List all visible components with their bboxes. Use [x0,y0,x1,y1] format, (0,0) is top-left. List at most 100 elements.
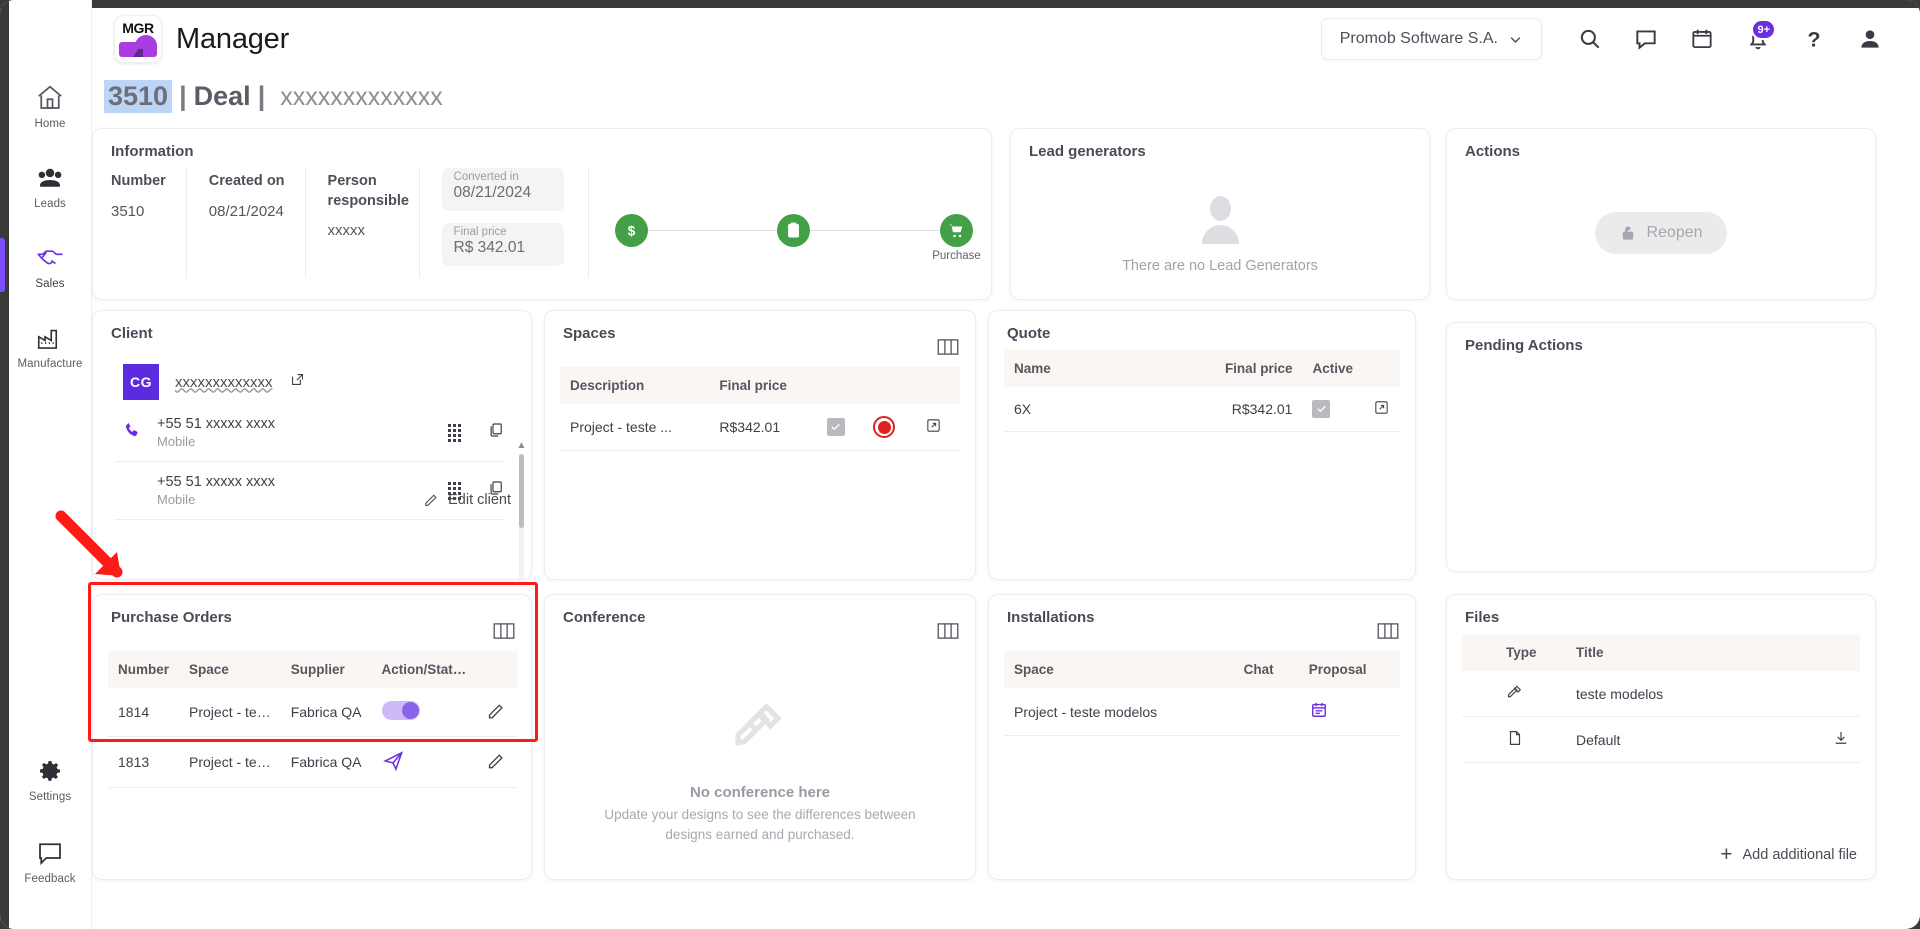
calendar-icon [1692,29,1712,49]
space-checkbox-cell [816,404,864,451]
quote-open-cell [1363,387,1400,432]
help-button[interactable]: ? [1788,13,1840,65]
calendar-purple-icon[interactable] [1309,702,1329,723]
add-additional-file-button[interactable]: + Add additional file [1720,844,1857,865]
spaces-table: Description Final price Project - teste … [560,367,960,451]
sidebar-item-leads[interactable]: Leads [9,152,91,220]
factory-icon [35,323,65,353]
lead-generators-title: Lead generators [1029,143,1146,160]
conference-empty-title: No conference here [689,784,831,802]
client-name-link[interactable]: xxxxxxxxxxxxx [175,374,273,391]
po-action-cell [371,736,477,788]
installation-chat-cell [1233,688,1299,736]
client-phone-type: Mobile [157,492,196,507]
external-link-icon[interactable] [925,419,942,437]
step-connector [647,229,778,231]
organization-selector[interactable]: Promob Software S.A. [1320,18,1542,60]
table-row[interactable]: 1814 Project - te… Fabrica QA [108,688,518,737]
open-client-icon[interactable] [289,371,306,393]
app-title: Manager [176,22,290,55]
send-plane-icon[interactable] [382,751,405,775]
table-row[interactable]: Project - teste modelos [1004,688,1400,736]
dialpad-icon[interactable] [448,423,461,442]
globe-red-icon[interactable] [873,416,896,438]
final-price-field[interactable]: Final price R$ 342.01 [441,223,564,266]
columns-settings-icon[interactable] [1377,609,1399,643]
deal-stepper: $ Purchase [614,168,981,278]
people-icon [35,163,65,193]
conference-card: Conference No conference here Update you… [544,594,976,880]
step-payment[interactable]: $ [614,213,648,247]
po-supplier: Fabrica QA [280,736,372,788]
sidebar-item-sales[interactable]: Sales [0,232,91,300]
download-icon[interactable] [1832,732,1850,750]
column-header: Type [1496,634,1566,671]
sidebar-item-feedback[interactable]: Feedback [9,827,91,895]
table-header-row: Description Final price [560,367,960,404]
quote-table: Name Final price Active 6X R$342.01 [1004,350,1400,432]
app-window: Home Leads Sales Manufacture Settings Fe… [0,0,1920,929]
client-card-title: Client [111,325,153,342]
window-top-strip [0,0,1920,8]
conference-card-title: Conference [563,609,646,626]
sidebar-item-label: Home [34,117,66,130]
scroll-thumb[interactable] [519,454,524,528]
conference-card-header: Conference [545,595,975,651]
scroll-up-icon[interactable]: ▲ [517,441,527,451]
notifications-button[interactable]: 9+ [1732,13,1784,65]
columns-settings-icon[interactable] [937,325,959,359]
pencil-icon[interactable] [486,754,507,774]
files-table: Type Title teste modelos Default [1462,634,1860,763]
table-row[interactable]: teste modelos [1462,671,1860,717]
dashboard-canvas: Information Number 3510 Created on 08/21… [92,128,1920,929]
checkbox-checked-icon[interactable] [1312,399,1331,418]
svg-text:$: $ [627,223,635,238]
po-edit-cell [476,688,518,737]
step-proposal[interactable] [777,213,811,247]
file-spacer-cell [1462,716,1496,763]
table-row[interactable]: 1813 Project - te… Fabrica QA [108,736,518,788]
information-grid: Number 3510 Created on 08/21/2024 Person… [93,168,991,278]
external-link-icon[interactable] [1373,401,1390,419]
column-header: Description [560,367,710,404]
checkbox-checked-icon[interactable] [826,417,845,436]
add-additional-file-label: Add additional file [1742,846,1857,863]
columns-settings-icon[interactable] [937,609,959,643]
step-purchase[interactable]: Purchase [932,213,981,262]
po-edit-cell [476,736,518,788]
pencil-icon[interactable] [486,704,507,724]
sidebar-item-home[interactable]: Home [9,72,91,140]
edit-client-label: Edit client [448,491,511,508]
table-row[interactable]: 6X R$342.01 [1004,387,1400,432]
column-header: Action/Stat… [371,651,477,688]
chat-button[interactable] [1620,13,1672,65]
phone-icon [123,420,143,445]
account-button[interactable] [1844,13,1896,65]
edit-client-button[interactable]: Edit client [423,491,511,508]
po-action-cell [371,688,477,737]
sidebar-item-label: Leads [34,197,66,210]
reopen-button[interactable]: Reopen [1595,212,1727,254]
information-card-title: Information [111,143,194,160]
space-open-cell [914,404,960,451]
table-row[interactable]: Project - teste ... R$342.01 [560,404,960,451]
brand: MGR Manager [92,15,289,63]
po-space: Project - te… [179,736,281,788]
svg-text:?: ? [1807,27,1820,52]
toggle-on-icon[interactable] [381,701,420,720]
client-scrollbar[interactable]: ▲ ▼ [517,441,527,579]
logo-text: MGR [122,20,154,36]
account-icon [1861,30,1879,48]
copy-icon[interactable] [487,421,505,444]
actions-body: Reopen [1447,168,1875,298]
sidebar-item-manufacture[interactable]: Manufacture [9,312,91,380]
field-value: R$ 342.01 [453,239,526,256]
table-row[interactable]: Default [1462,716,1860,763]
converted-in-field[interactable]: Converted in 08/21/2024 [441,168,564,211]
sidebar-item-settings[interactable]: Settings [9,745,91,813]
file-type-cell [1496,716,1566,763]
search-button[interactable] [1564,13,1616,65]
calendar-button[interactable] [1676,13,1728,65]
actions-card-title: Actions [1465,143,1521,160]
columns-settings-icon[interactable] [493,609,515,643]
